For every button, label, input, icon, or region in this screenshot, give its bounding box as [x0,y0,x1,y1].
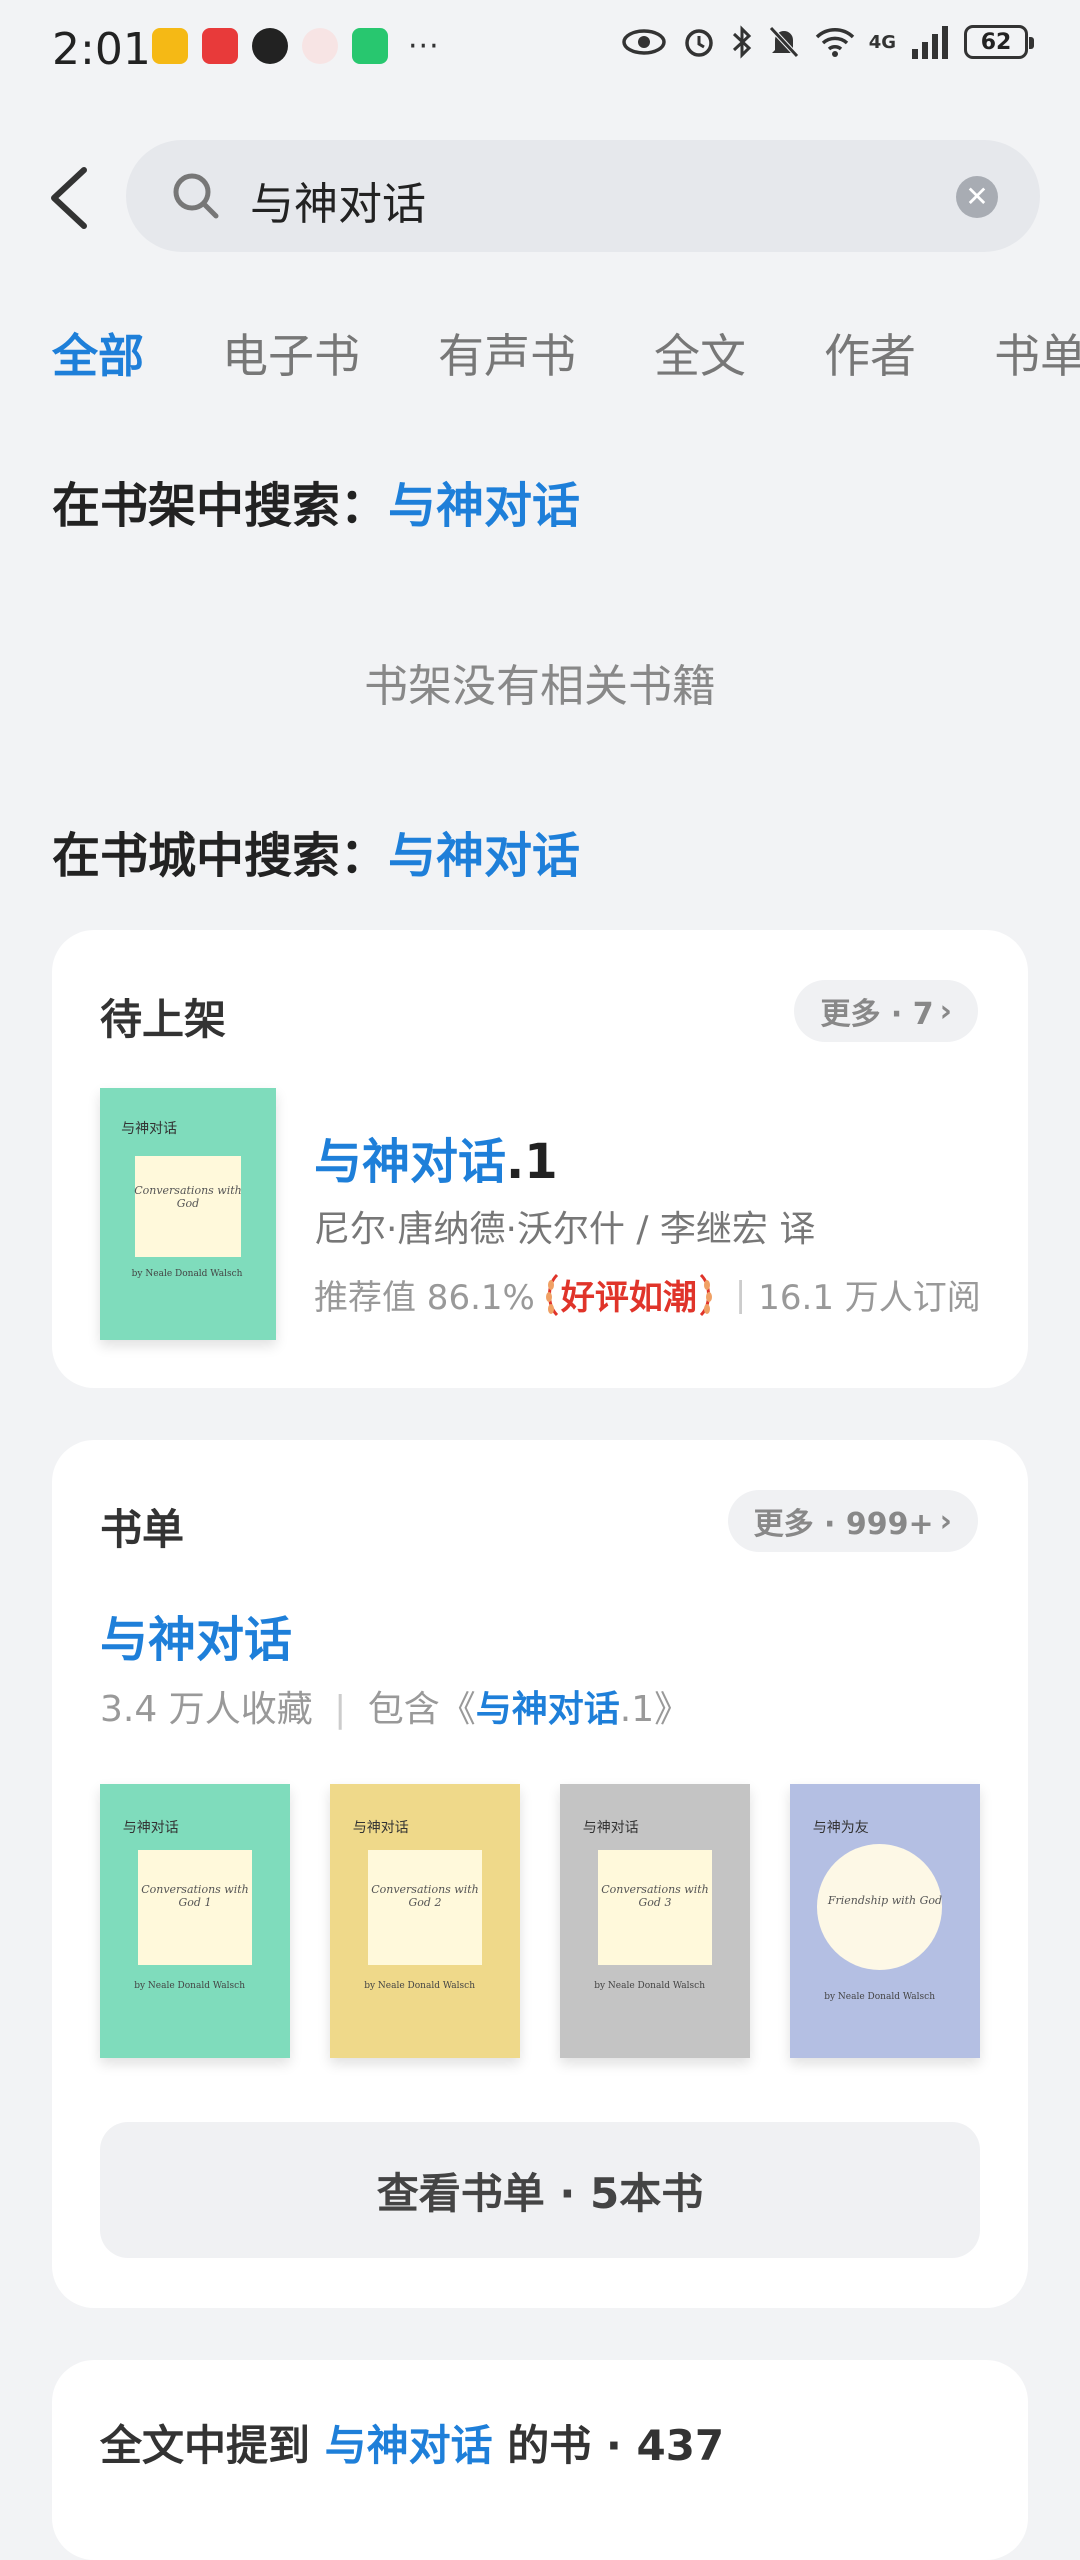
red-app-icon [202,28,238,64]
booklist-section-title: 书单 [100,1505,185,1554]
clear-search-button[interactable]: ✕ [956,176,998,218]
book-title-match: 与神对话 [314,1134,507,1190]
booklist-subtitle: 3.4 万人收藏 | 包含《与神对话.1》 [100,1680,690,1732]
system-icons: 4G 62 [621,24,1034,60]
store-search-query: 与神对话 [388,828,581,884]
cover-circle [816,1844,942,1971]
shelf-empty-message: 书架没有相关书籍 [364,661,716,712]
tab-booklists[interactable]: 书单 [994,320,1080,386]
booklist-contains-name: 与神对话 [475,1689,620,1730]
rating-badge-label: 好评如潮 [560,1278,697,1318]
cover-author: by Neale Donald Walsch [134,1981,245,1992]
book-cover[interactable]: 与神对话 Conversations with God by Neale Don… [100,1088,276,1340]
tab-all[interactable]: 全部 [52,320,144,386]
booklist-contains-suffix: .1》 [619,1689,691,1730]
search-input[interactable]: 与神对话 [250,168,426,232]
booklist-cover-4[interactable]: 与神为友 Friendship with God by Neale Donald… [790,1784,980,2058]
fulltext-card: 全文中提到 与神对话 的书 · 437 [52,2360,1028,2560]
book-meta: 推荐值 86.1% 好评如潮 | 16.1 万人订阅 [314,1270,981,1319]
booklist-divider: | [334,1689,347,1730]
battery-icon: 62 [964,25,1034,59]
search-bar[interactable]: 与神对话 ✕ [126,140,1040,252]
booklist-stats: 3.4 万人收藏 [100,1689,313,1730]
eye-icon [621,29,666,55]
book-author: 尼尔·唐纳德·沃尔什 / 李继宏 译 [314,1209,816,1250]
cover-author: by Neale Donald Walsch [594,1981,705,1992]
meta-divider: | [734,1274,747,1315]
notification-icons: ··· [152,28,440,64]
view-booklist-button[interactable]: 查看书单 · 5本书 [100,2122,980,2258]
bluetooth-icon [732,25,751,59]
chevron-right-icon: › [939,1503,952,1539]
booklist-cover-3[interactable]: 与神对话 Conversations with God 3 by Neale D… [560,1784,750,2058]
cover-script: Conversations with God 1 [141,1882,249,1909]
cover-title: 与神对话 [122,1819,179,1836]
cover-script: Conversations with God 3 [601,1882,709,1909]
subscriber-count: 16.1 万人订阅 [758,1278,981,1318]
pending-more-button[interactable]: 更多 · 7 › [794,980,978,1042]
booklist-cover-1[interactable]: 与神对话 Conversations with God 1 by Neale D… [100,1784,290,2058]
network-type: 4G [868,31,896,53]
signal-icon [912,26,948,59]
cover-title: 与神对话 [121,1121,178,1138]
cover-title: 与神为友 [812,1819,869,1836]
pending-card: 待上架 更多 · 7 › 与神对话 Conversations with God … [52,930,1028,1388]
booklist-cover-2[interactable]: 与神对话 Conversations with God 2 by Neale D… [330,1784,520,2058]
recommend-value: 推荐值 86.1% [314,1278,535,1318]
tab-ebooks[interactable]: 电子书 [222,320,360,386]
chevron-right-icon: › [939,993,952,1029]
back-button[interactable] [46,166,94,230]
tab-author[interactable]: 作者 [824,320,916,386]
more-notifications-icon: ··· [408,28,440,64]
fulltext-suffix: 的书 · 437 [507,2421,725,2470]
booklist-more-label: 更多 · 999+ [753,1507,934,1542]
booklist-contains-prefix: 包含《 [367,1689,476,1730]
booklist-card: 书单 更多 · 999+ › 与神对话 3.4 万人收藏 | 包含《与神对话.1》… [52,1440,1028,2308]
laurel-right-icon [699,1273,712,1316]
huawei-icon [302,28,338,64]
wifi-icon [815,28,854,57]
category-tabs: 全部 电子书 有声书 全文 作者 书单 [52,320,1080,386]
reader-app-icon [152,28,188,64]
pending-more-label: 更多 · 7 [820,997,934,1032]
fulltext-query: 与神对话 [324,2421,493,2470]
pending-title: 待上架 [100,995,227,1044]
status-bar: 2:01 ··· 4G 62 [0,0,1080,100]
close-icon: ✕ [965,180,989,213]
store-search-label: 在书城中搜索： [52,828,389,884]
chevron-left-icon [51,167,87,229]
shelf-search-heading: 在书架中搜索：与神对话 [52,466,580,536]
shelf-search-query: 与神对话 [388,478,581,534]
iqiyi-icon [352,28,388,64]
status-time: 2:01 [52,24,151,75]
cover-author: by Neale Donald Walsch [364,1981,475,1992]
cover-script: Conversations with God 2 [371,1882,479,1909]
tab-audiobooks[interactable]: 有声书 [438,320,576,386]
cover-title: 与神对话 [582,1819,639,1836]
mute-bell-icon [768,26,799,58]
book-title[interactable]: 与神对话.1 [314,1122,558,1192]
book-title-suffix: .1 [506,1134,558,1190]
cover-script: Conversations with God [134,1183,242,1210]
cover-title: 与神对话 [352,1819,409,1836]
store-search-heading: 在书城中搜索：与神对话 [52,816,580,886]
alarm-icon [684,29,713,57]
fulltext-prefix: 全文中提到 [100,2421,311,2470]
rating-badge: 好评如潮 [543,1270,715,1319]
laurel-left-icon [545,1273,558,1316]
search-icon [173,173,219,219]
cover-author: by Neale Donald Walsch [824,1992,935,2003]
booklist-title[interactable]: 与神对话 [100,1600,292,1670]
booklist-more-button[interactable]: 更多 · 999+ › [727,1490,978,1552]
cover-script: Friendship with God [827,1893,943,1907]
qq-icon [252,28,288,64]
fulltext-heading[interactable]: 全文中提到 与神对话 的书 · 437 [100,2412,724,2473]
tab-fulltext[interactable]: 全文 [654,320,746,386]
shelf-search-label: 在书架中搜索： [52,478,389,534]
cover-author: by Neale Donald Walsch [131,1269,243,1280]
